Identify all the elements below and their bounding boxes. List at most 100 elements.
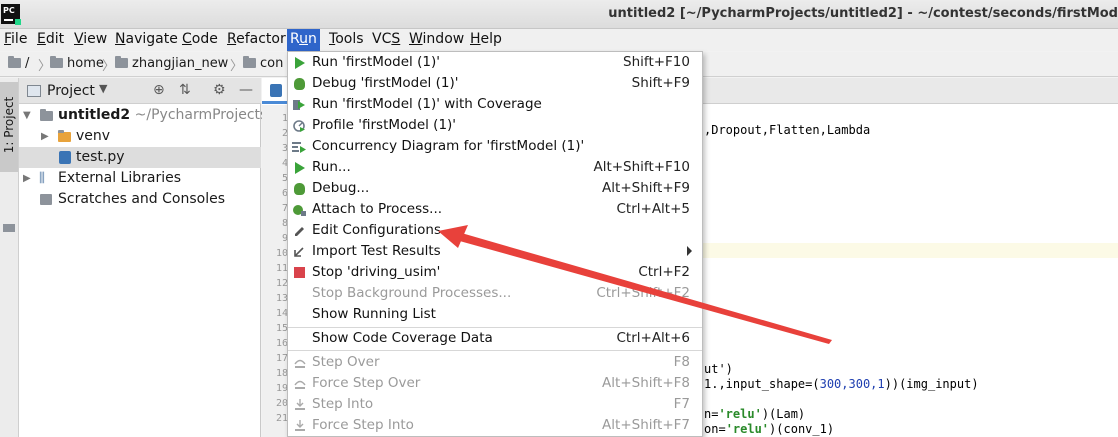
menu-item-show-code-coverage-data[interactable]: Show Code Coverage Data Ctrl+Alt+6 [288,328,702,349]
line-number: 6 [281,188,288,199]
menu-item-attach-to-process[interactable]: Attach to Process... Ctrl+Alt+5 [288,199,702,220]
menu-run[interactable]: Run [287,29,320,51]
folder-icon [58,130,71,142]
line-number: 20 [275,398,288,409]
code-line: 1.,input_shape=(300,300,1))(img_input) [704,377,979,391]
menu-item-run-with-coverage[interactable]: Run 'firstModel (1)' with Coverage [288,94,702,115]
tree-label: venv [76,128,111,144]
folder-icon [8,56,21,68]
expand-arrow-icon[interactable]: ▼ [23,105,31,126]
tree-label: Scratches and Consoles [58,191,225,207]
code-line: on='relu')(conv_1) [704,422,835,436]
breadcrumb-contest[interactable]: con [243,55,283,73]
tree-row-scratches[interactable]: Scratches and Consoles [19,189,261,210]
project-view-icon [27,85,41,97]
line-number: 12 [275,278,288,289]
menu-refactor[interactable]: Refactor [224,29,289,51]
menu-item-import-test-results[interactable]: Import Test Results [288,241,702,262]
menu-item-force-step-over[interactable]: Force Step Over Alt+Shift+F8 [288,373,702,394]
menu-code[interactable]: Code [179,29,221,51]
menu-help[interactable]: Help [467,29,505,51]
menu-item-step-into[interactable]: Step Into F7 [288,394,702,415]
menu-navigate[interactable]: Navigate [112,29,181,51]
line-number: 8 [281,218,288,229]
app-icon-text: PC [3,6,15,15]
library-icon: ⫼ [39,171,45,186]
scratches-icon [40,194,52,205]
menu-item-concurrency-diagram[interactable]: Concurrency Diagram for 'firstModel (1)' [288,136,702,157]
submenu-arrow-icon [687,246,692,256]
pycharm-logo-icon: PC [1,4,21,25]
gear-icon[interactable]: ⚙ [213,82,226,98]
tree-row-test-py[interactable]: test.py [19,147,261,168]
import-icon [294,247,304,257]
scroll-from-source-icon[interactable]: ⊕ [153,82,165,98]
line-number: 19 [275,383,288,394]
debug-icon [294,183,305,195]
folder-icon [40,109,53,121]
menu-separator [288,350,702,351]
edit-pencil-icon [295,227,304,236]
menu-view[interactable]: View [71,29,110,51]
collapse-all-icon[interactable]: ⇅ [179,82,191,98]
line-number: 5 [281,173,288,184]
line-number: 17 [275,353,288,364]
tree-label: External Libraries [58,170,181,186]
menu-item-debug-dots[interactable]: Debug... Alt+Shift+F9 [288,178,702,199]
menu-item-run-first-model[interactable]: Run 'firstModel (1)' Shift+F10 [288,52,702,73]
tree-row-untitled2[interactable]: ▼ untitled2 ~/PycharmProjects/u [19,105,281,126]
menu-item-edit-configurations[interactable]: Edit Configurations... [288,220,702,241]
menu-item-force-step-into[interactable]: Force Step Into Alt+Shift+F7 [288,415,702,436]
line-number: 2 [281,128,288,139]
menu-item-stop-background-processes[interactable]: Stop Background Processes... Ctrl+Shift+… [288,283,702,304]
breadcrumb-zhangjian-new[interactable]: zhangjian_new [115,55,228,73]
tree-path-hint: ~/PycharmProjects/u [134,107,281,123]
line-number: 18 [275,368,288,379]
line-number-gutter: 1 2 3 4 5 6 7 8 9 10 11 12 13 14 15 16 1… [262,105,290,437]
collapse-arrow-icon[interactable]: ▶ [41,126,49,147]
structure-icon[interactable] [3,224,15,232]
menu-item-debug-first-model[interactable]: Debug 'firstModel (1)' Shift+F9 [288,73,702,94]
line-number: 14 [275,308,288,319]
step-into-icon [295,399,305,410]
menu-vcs[interactable]: VCS [369,29,403,51]
menu-item-step-over[interactable]: Step Over F8 [288,352,702,373]
folder-icon [50,56,63,68]
menu-tools[interactable]: Tools [326,29,367,51]
menu-edit[interactable]: Edit [34,29,67,51]
python-file-icon [270,84,282,97]
chevron-down-icon[interactable]: ▼ [99,82,107,95]
window-title: untitled2 [~/PycharmProjects/untitled2] … [608,6,1118,21]
hide-icon[interactable]: — [239,82,253,98]
breadcrumb-root[interactable]: / [8,55,29,73]
run-menu-dropdown: Run 'firstModel (1)' Shift+F10 Debug 'fi… [287,51,703,437]
line-number: 1 [281,113,288,124]
line-number: 10 [275,248,288,259]
menu-window[interactable]: Window [406,29,467,51]
run-icon [295,162,305,174]
tree-label: untitled2 [58,107,131,123]
breadcrumb-separator: 〉 [102,59,116,74]
project-tool-label: 1: Project [2,96,16,154]
menu-item-profile[interactable]: Profile 'firstModel (1)' [288,115,702,136]
python-file-icon [59,151,71,164]
menu-item-run-dots[interactable]: Run... Alt+Shift+F10 [288,157,702,178]
project-view-selector[interactable]: Project [47,83,95,99]
line-number: 13 [275,293,288,304]
attach-icon [293,205,306,216]
tree-row-venv[interactable]: ▶ venv [19,126,261,147]
force-step-into-icon [295,420,305,431]
collapse-arrow-icon[interactable]: ▶ [23,168,31,189]
folder-icon [243,56,256,68]
tree-row-external-libraries[interactable]: ▶ ⫼ External Libraries [19,168,261,189]
project-panel-header: Project ▼ ⊕ ⇅ ⚙ — [19,78,261,104]
folder-icon [115,56,128,68]
breadcrumb-home[interactable]: home [50,55,104,73]
left-tool-stripe: 1: Project [0,78,19,437]
project-tool-button[interactable]: 1: Project [0,82,18,172]
code-line: ut') [704,362,733,376]
menu-item-stop-driving-usim[interactable]: Stop 'driving_usim' Ctrl+F2 [288,262,702,283]
menu-item-show-running-list[interactable]: Show Running List [288,304,702,325]
menu-file[interactable]: File [1,29,30,51]
debug-icon [294,78,305,90]
